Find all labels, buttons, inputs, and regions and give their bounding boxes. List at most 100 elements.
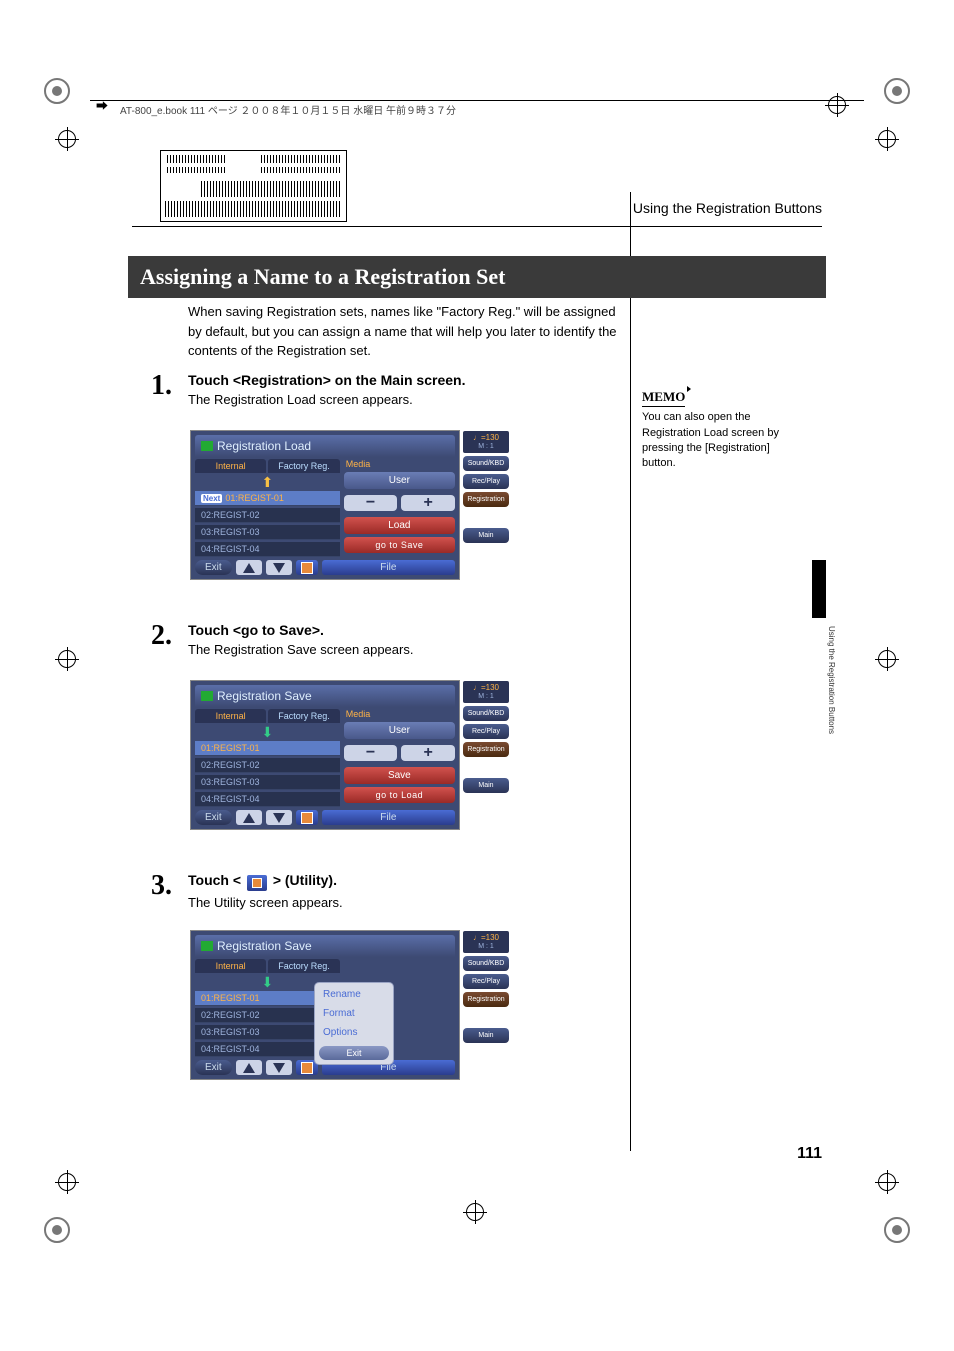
registration-button[interactable]: Registration (463, 742, 509, 757)
section-heading: Assigning a Name to a Registration Set (128, 256, 826, 298)
step-3-title: Touch < > (Utility). (188, 872, 618, 891)
save-button[interactable]: Save (344, 767, 455, 784)
value-stepper: − + (344, 492, 455, 514)
register-target-icon (828, 96, 846, 114)
list-item[interactable]: 04:REGIST-04 (195, 792, 340, 807)
sound-kbd-button[interactable]: Sound/KBD (463, 706, 509, 721)
step-number-1: 1. (132, 372, 172, 400)
list-item[interactable]: 02:REGIST-02 (195, 758, 340, 773)
minus-button[interactable]: − (344, 745, 398, 761)
register-target-icon (878, 130, 896, 148)
tab-internal[interactable]: Internal (195, 959, 266, 973)
content-rule (132, 226, 822, 227)
tempo-indicator: ♩=130 M : 1 (463, 681, 509, 703)
exit-button[interactable]: Exit (195, 560, 232, 575)
thumb-index-label: Using the Registration Buttons (827, 626, 836, 734)
register-target-icon (878, 1173, 896, 1191)
list-item[interactable]: 01:REGIST-01 (195, 741, 340, 756)
main-button[interactable]: Main (463, 528, 509, 543)
crop-mark-icon (884, 1217, 910, 1243)
crop-mark-icon (44, 78, 70, 104)
user-button[interactable]: User (344, 472, 455, 489)
crop-mark-icon (884, 78, 910, 104)
rec-play-button[interactable]: Rec/Play (463, 474, 509, 489)
file-button[interactable]: File (322, 560, 455, 575)
screenshot-registration-load: ♩=130 M : 1 Sound/KBD Rec/Play Registrat… (190, 430, 460, 580)
thumb-index-tab (812, 560, 826, 618)
popup-options[interactable]: Options (319, 1025, 389, 1040)
title-icon (201, 691, 213, 701)
minus-button[interactable]: − (344, 495, 398, 511)
list-item[interactable]: 02:REGIST-02 (195, 508, 340, 523)
rec-play-button[interactable]: Rec/Play (463, 724, 509, 739)
popup-format[interactable]: Format (319, 1006, 389, 1021)
go-to-save-button[interactable]: go to Save (344, 537, 455, 553)
user-button[interactable]: User (344, 722, 455, 739)
register-target-icon (58, 130, 76, 148)
scroll-up-button[interactable] (236, 560, 262, 575)
popup-rename[interactable]: Rename (319, 987, 389, 1002)
step-1-title: Touch <Registration> on the Main screen. (188, 372, 618, 388)
screen-title-bar: Registration Save (195, 935, 455, 957)
plus-button[interactable]: + (401, 745, 455, 761)
utility-button[interactable] (296, 560, 318, 575)
list-item[interactable]: Next 01:REGIST-01 (195, 491, 340, 506)
step-1-subtext: The Registration Load screen appears. (188, 392, 618, 407)
vertical-divider (630, 192, 631, 1151)
utility-icon (247, 875, 267, 891)
tab-internal[interactable]: Internal (195, 709, 266, 723)
register-target-icon (466, 1203, 484, 1221)
section-breadcrumb: Using the Registration Buttons (633, 200, 822, 216)
main-button[interactable]: Main (463, 1028, 509, 1043)
register-target-icon (58, 1173, 76, 1191)
load-button[interactable]: Load (344, 517, 455, 534)
utility-button[interactable] (296, 810, 318, 825)
tab-internal[interactable]: Internal (195, 459, 266, 473)
register-target-icon (878, 650, 896, 668)
tab-factory-reg[interactable]: Factory Reg. (268, 709, 339, 723)
list-item[interactable]: 03:REGIST-03 (195, 775, 340, 790)
header-arrow-icon: ⮕ (96, 97, 108, 114)
step-2-subtext: The Registration Save screen appears. (188, 642, 618, 657)
screenshot-registration-save-utility: ♩=130 M : 1 Sound/KBD Rec/Play Registrat… (190, 930, 460, 1080)
registration-button[interactable]: Registration (463, 992, 509, 1007)
popup-exit-button[interactable]: Exit (319, 1046, 389, 1060)
media-label: Media (344, 459, 455, 469)
sound-kbd-button[interactable]: Sound/KBD (463, 456, 509, 471)
go-to-load-button[interactable]: go to Load (344, 787, 455, 803)
list-item[interactable]: 03:REGIST-03 (195, 525, 340, 540)
memo-text: You can also open the Registration Load … (642, 410, 792, 472)
exit-button[interactable]: Exit (195, 810, 232, 825)
rec-play-button[interactable]: Rec/Play (463, 974, 509, 989)
exit-button[interactable]: Exit (195, 1060, 232, 1075)
tempo-indicator: ♩=130 M : 1 (463, 431, 509, 453)
list-item[interactable]: 04:REGIST-04 (195, 542, 340, 557)
utility-button[interactable] (296, 1060, 318, 1075)
folder-up-icon[interactable]: ⬆ (195, 475, 340, 489)
scroll-down-button[interactable] (266, 560, 292, 575)
next-badge: Next (201, 494, 222, 503)
scroll-up-button[interactable] (236, 1060, 262, 1075)
sound-kbd-button[interactable]: Sound/KBD (463, 956, 509, 971)
memo-label: MEMO (642, 388, 685, 407)
screen-title: Registration Save (217, 689, 312, 703)
plus-button[interactable]: + (401, 495, 455, 511)
step-number-2: 2. (132, 622, 172, 650)
screen-title-bar: Registration Save (195, 685, 455, 707)
scroll-down-button[interactable] (266, 810, 292, 825)
header-rule (90, 100, 864, 101)
utility-popup: Rename Format Options Exit (315, 983, 393, 1064)
scroll-up-button[interactable] (236, 810, 262, 825)
file-button[interactable]: File (322, 810, 455, 825)
main-button[interactable]: Main (463, 778, 509, 793)
tab-factory-reg[interactable]: Factory Reg. (268, 959, 339, 973)
title-icon (201, 941, 213, 951)
step-2-title: Touch <go to Save>. (188, 622, 618, 638)
registration-button[interactable]: Registration (463, 492, 509, 507)
tab-factory-reg[interactable]: Factory Reg. (268, 459, 339, 473)
folder-down-icon[interactable]: ⬇ (195, 725, 340, 739)
scroll-down-button[interactable] (266, 1060, 292, 1075)
title-icon (201, 441, 213, 451)
intro-paragraph: When saving Registration sets, names lik… (188, 302, 618, 361)
screen-title: Registration Load (217, 439, 311, 453)
